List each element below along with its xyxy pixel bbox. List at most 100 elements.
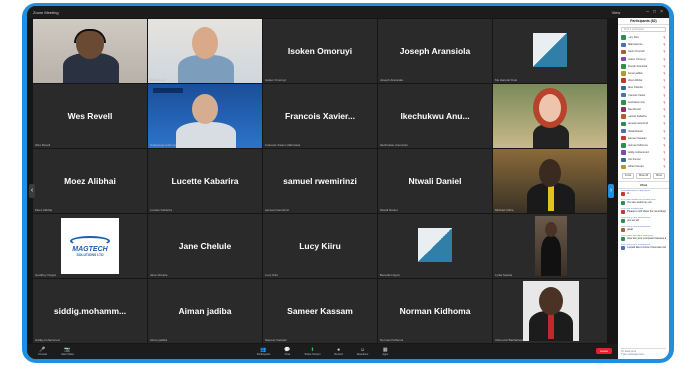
chat-header: Chat <box>618 180 669 189</box>
participant-video <box>493 279 607 343</box>
participant-list-item[interactable]: siddig mohammed 🎙 <box>621 149 666 156</box>
chat-button[interactable]: 💬 Chat <box>284 347 290 356</box>
video-tile[interactable]: Moez Alibhai Moez Alibhai <box>33 149 147 213</box>
participant-list-name: Lucette Kabarira <box>627 115 647 119</box>
video-tile[interactable]: MAGTECH SOLUTIONS LTD Geoffrey Ongire <box>33 214 147 278</box>
minimize-icon[interactable]: – <box>646 9 649 15</box>
chat-text: yes we will <box>627 218 640 222</box>
video-tile[interactable]: Sameer Kassam Sameer Kassam <box>263 279 377 343</box>
avatar <box>621 209 625 214</box>
video-tile[interactable]: Katherine Wenzel <box>493 84 607 148</box>
participant-list-name: Isoken Omoruyi <box>627 57 646 61</box>
participant-list-item[interactable]: Lucy Kiiru 🎙 <box>621 34 666 41</box>
share-screen-button[interactable]: ⬆ Share Screen <box>305 347 321 356</box>
chat-message: From Moez Alibhai to Everyone: How are yo… <box>621 235 666 241</box>
tile-caption: Michael Odhe <box>495 208 514 212</box>
video-tile[interactable]: Lydia Saukia <box>493 214 607 278</box>
chat-text: I would like to know if licenses today i… <box>627 245 666 249</box>
muted-mic-icon: 🎙 <box>662 43 666 47</box>
participant-list-item[interactable]: Joseph Aransiola 🎙 <box>621 63 666 70</box>
chat-input[interactable]: Type message here... <box>621 353 666 356</box>
participant-name: Joseph Aransiola <box>399 46 471 56</box>
logo-text-main: MAGTECH <box>72 245 108 253</box>
participant-name: Lucette Kabarira <box>171 176 239 186</box>
video-tile[interactable]: Benedict Agoro <box>378 214 492 278</box>
video-tile[interactable]: samuel rwemirinzi samuel rwemirinzi <box>263 149 377 213</box>
video-tile[interactable]: Ntwali Daniel Ntwali Daniel <box>378 149 492 213</box>
maximize-icon[interactable]: □ <box>653 9 656 15</box>
reactions-button[interactable]: ☺ Reactions <box>357 347 369 356</box>
unmute-button[interactable]: 🎤 Unmute <box>38 347 47 356</box>
participant-list-item[interactable]: Dan Kumar 🎙 <box>621 156 666 163</box>
start-video-button[interactable]: 📷 Start Video <box>61 347 74 356</box>
avatar <box>621 236 625 241</box>
participant-list-name: Ntwali Daniel <box>627 129 643 133</box>
avatar <box>621 78 626 83</box>
video-tile[interactable]: Lucette Kabarira Lucette Kabarira <box>148 149 262 213</box>
participant-list-item[interactable]: Gillian Kaman 🎙 <box>621 163 666 170</box>
headset <box>74 29 106 43</box>
participant-list-name: Talkmaximus <box>627 43 643 47</box>
participant-list-item[interactable]: Talkmaximus 🎙 <box>621 41 666 48</box>
participant-search-input[interactable]: Find a participant <box>621 27 666 32</box>
video-tile[interactable]: Joseph Aransiola Joseph Aransiola <box>378 19 492 83</box>
participant-list-item[interactable]: Isoken Omoruyi 🎙 <box>621 56 666 63</box>
participant-list-item[interactable]: Moez Alibhai 🎙 <box>621 77 666 84</box>
chat-text: How are your computer licenses against M… <box>627 236 666 240</box>
video-tile[interactable]: Isoken Omoruyi Isoken Omoruyi <box>263 19 377 83</box>
participant-list-item[interactable]: Lucette Kabarira 🎙 <box>621 113 666 120</box>
muted-mic-icon: 🎙 <box>662 93 666 97</box>
video-tile[interactable]: Ahmed Al Bakhaheet <box>493 279 607 343</box>
person-head <box>545 222 557 237</box>
participant-list-item[interactable]: samuel rwemirinzi 🎙 <box>621 120 666 127</box>
video-tile[interactable]: Wes Revell <box>148 19 262 83</box>
video-tile[interactable]: siddig.mohamm... siddig.mohammed <box>33 279 147 343</box>
participant-list-item[interactable]: Ikechukwu Anu 🎙 <box>621 99 666 106</box>
view-button[interactable]: View <box>612 10 621 15</box>
video-tile[interactable]: Nitin Kumar <box>33 19 147 83</box>
video-tile[interactable]: Michael Odhe <box>493 149 607 213</box>
participant-list-item[interactable]: Francois Xavier 🎙 <box>621 92 666 99</box>
tile-caption: Aiman jadiba <box>150 338 168 342</box>
avatar <box>621 35 626 40</box>
participant-list-item[interactable]: Sameer Kassam 🎙 <box>621 135 666 142</box>
tile-caption: Moez Alibhai <box>35 208 53 212</box>
muted-mic-icon: 🎙 <box>662 143 666 147</box>
leave-button[interactable]: Leave <box>595 348 612 354</box>
video-tile[interactable]: Ms Hannah Kolo <box>493 19 607 83</box>
muted-mic-icon: 🎙 <box>662 64 666 68</box>
next-page-arrow[interactable]: › <box>608 184 614 198</box>
participant-actions: Invite Mute All More <box>618 171 669 181</box>
video-tile[interactable]: Francois Xavier... Francois Xavier Habima… <box>263 84 377 148</box>
person-head <box>192 94 218 124</box>
muted-mic-icon: 🎙 <box>662 151 666 155</box>
participant-list-item[interactable]: Jane Chelule 🎙 <box>621 84 666 91</box>
previous-page-arrow[interactable]: ‹ <box>29 184 35 198</box>
video-tile[interactable]: Jane Chelule Jane Chelule <box>148 214 262 278</box>
video-tile[interactable]: Wes Revell Wes Revell <box>33 84 147 148</box>
participant-list-item[interactable]: Norman Kidhoma 🎙 <box>621 142 666 149</box>
participant-list-item[interactable]: Aiman jadiba 🎙 <box>621 70 666 77</box>
participant-list-item[interactable]: Wes Revell 🎙 <box>621 106 666 113</box>
participants-button[interactable]: 👥 Participants <box>257 347 271 356</box>
mute-all-button[interactable]: Mute All <box>636 172 652 179</box>
video-tile[interactable]: Nakipanga Anthony <box>148 84 262 148</box>
more-button[interactable]: More <box>653 172 666 179</box>
tile-caption: Ahmed Al Bakhaheet <box>495 338 524 342</box>
video-tile[interactable]: Norman Kidhoma Norman Kidhoma <box>378 279 492 343</box>
video-tile[interactable]: Lucy Kiiru Lucy Kiiru <box>263 214 377 278</box>
video-tile[interactable]: Aiman jadiba Aiman jadiba <box>148 279 262 343</box>
record-button[interactable]: ● Record <box>334 347 342 356</box>
apps-button[interactable]: ▦ Apps <box>382 347 388 356</box>
close-icon[interactable]: × <box>660 9 663 15</box>
avatar <box>621 49 626 55</box>
tile-caption: Nakipanga Anthony <box>150 143 177 147</box>
chat-body: How are your computer licenses against M… <box>621 236 666 241</box>
participant-list: Lucy Kiiru 🎙 Talkmaximus 🎙 Kelvin Omondi 🎙 Iso… <box>618 34 669 171</box>
invite-button[interactable]: Invite <box>621 172 635 179</box>
video-tile[interactable]: Ikechukwu Anu... Ikechukwu Anumudu <box>378 84 492 148</box>
participant-list-item[interactable]: Ntwali Daniel 🎙 <box>621 127 666 134</box>
participant-list-name: Lucy Kiiru <box>627 36 639 40</box>
chat-body: Please is will share the recording? <box>621 209 666 214</box>
participant-list-item[interactable]: Kelvin Omondi 🎙 <box>621 48 666 55</box>
